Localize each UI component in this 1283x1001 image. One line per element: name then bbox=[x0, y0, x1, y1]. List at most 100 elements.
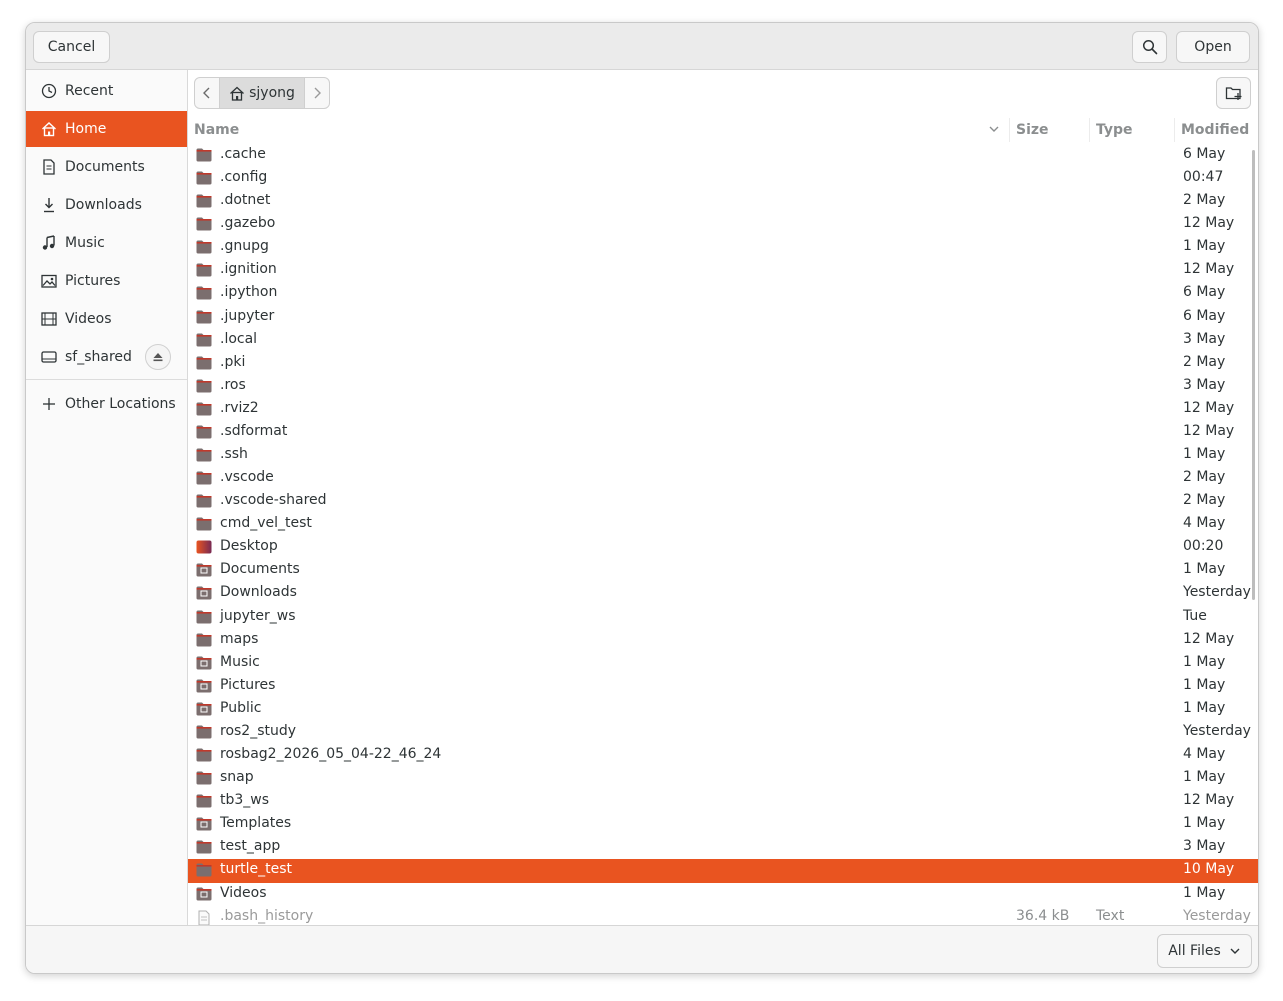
sidebar-item-label: sf_shared bbox=[65, 349, 132, 365]
file-row[interactable]: .ros 3 May bbox=[188, 375, 1258, 398]
path-crumb-home[interactable]: sjyong bbox=[219, 78, 305, 108]
folder-icon bbox=[196, 471, 212, 485]
file-name: .pki bbox=[220, 353, 246, 370]
file-modified: Yesterday bbox=[1183, 907, 1251, 924]
file-name: .local bbox=[220, 330, 258, 347]
file-row[interactable]: .vscode 2 May bbox=[188, 467, 1258, 490]
file-row[interactable]: .local 3 May bbox=[188, 329, 1258, 352]
path-crumb-label: sjyong bbox=[249, 85, 295, 101]
file-row[interactable]: .ignition 12 May bbox=[188, 259, 1258, 282]
file-row[interactable]: .ssh 1 May bbox=[188, 444, 1258, 467]
file-name: .ipython bbox=[220, 284, 278, 301]
file-row[interactable]: cmd_vel_test 4 May bbox=[188, 513, 1258, 536]
file-row[interactable]: tb3_ws 12 May bbox=[188, 790, 1258, 813]
column-type-label: Type bbox=[1096, 122, 1133, 138]
chevron-left-icon bbox=[203, 87, 210, 99]
file-name: Downloads bbox=[220, 584, 297, 601]
open-button[interactable]: Open bbox=[1176, 31, 1250, 63]
sidebar-item-downloads[interactable]: Downloads bbox=[26, 187, 187, 223]
file-row[interactable]: .config 00:47 bbox=[188, 167, 1258, 190]
file-modified: 6 May bbox=[1183, 307, 1226, 324]
file-filter-dropdown[interactable]: All Files bbox=[1157, 934, 1252, 968]
file-modified: 10 May bbox=[1183, 861, 1235, 878]
file-row[interactable]: Public 1 May bbox=[188, 698, 1258, 721]
file-name: tb3_ws bbox=[220, 792, 270, 809]
file-name: Templates bbox=[220, 815, 292, 832]
file-row[interactable]: Desktop 00:20 bbox=[188, 536, 1258, 559]
picture-icon bbox=[40, 272, 58, 290]
column-modified[interactable]: Modified bbox=[1175, 118, 1258, 142]
file-modified: 1 May bbox=[1183, 653, 1226, 670]
eject-button[interactable] bbox=[145, 344, 171, 370]
file-row[interactable]: .vscode-shared 2 May bbox=[188, 490, 1258, 513]
file-name: Pictures bbox=[220, 676, 276, 693]
downloads-folder-icon bbox=[196, 586, 212, 600]
folder-icon bbox=[196, 310, 212, 324]
folder-icon bbox=[196, 494, 212, 508]
sidebar-item-music[interactable]: Music bbox=[26, 225, 187, 261]
folder-icon bbox=[196, 448, 212, 462]
sidebar-separator bbox=[26, 379, 187, 380]
file-modified: 2 May bbox=[1183, 469, 1226, 486]
folder-icon bbox=[196, 425, 212, 439]
file-row[interactable]: Videos 1 May bbox=[188, 883, 1258, 906]
search-button[interactable] bbox=[1132, 31, 1167, 63]
file-row[interactable]: Downloads Yesterday bbox=[188, 582, 1258, 605]
folder-icon bbox=[196, 379, 212, 393]
sidebar-item-label: Pictures bbox=[65, 273, 121, 289]
file-row[interactable]: .sdformat 12 May bbox=[188, 421, 1258, 444]
file-name: .ssh bbox=[220, 446, 248, 463]
sidebar-item-recent[interactable]: Recent bbox=[26, 73, 187, 109]
sidebar-item-label: Music bbox=[65, 235, 105, 251]
path-back-button[interactable] bbox=[195, 78, 219, 108]
file-row[interactable]: jupyter_ws Tue bbox=[188, 606, 1258, 629]
scrollbar[interactable] bbox=[1252, 150, 1255, 600]
file-row[interactable]: .ipython 6 May bbox=[188, 282, 1258, 305]
file-row[interactable]: maps 12 May bbox=[188, 629, 1258, 652]
desktop-folder-icon bbox=[196, 540, 212, 554]
folder-icon bbox=[196, 240, 212, 254]
text-file-icon bbox=[196, 910, 212, 925]
cancel-button[interactable]: Cancel bbox=[33, 31, 110, 63]
sidebar-item-pictures[interactable]: Pictures bbox=[26, 263, 187, 299]
file-row[interactable]: .gazebo 12 May bbox=[188, 213, 1258, 236]
file-name: .jupyter bbox=[220, 307, 275, 324]
file-modified: 4 May bbox=[1183, 515, 1226, 532]
sidebar-item-documents[interactable]: Documents bbox=[26, 149, 187, 185]
file-row[interactable]: .rviz2 12 May bbox=[188, 398, 1258, 421]
column-size[interactable]: Size bbox=[1010, 118, 1090, 142]
sidebar-item-home[interactable]: Home bbox=[26, 111, 187, 147]
file-name: .cache bbox=[220, 146, 266, 162]
file-row[interactable]: test_app 3 May bbox=[188, 836, 1258, 859]
path-forward-button[interactable] bbox=[305, 78, 329, 108]
file-row[interactable]: rosbag2_2026_05_04-22_46_24 4 May bbox=[188, 744, 1258, 767]
new-folder-button[interactable] bbox=[1216, 77, 1251, 109]
file-modified: 2 May bbox=[1183, 192, 1226, 209]
file-name: ros2_study bbox=[220, 722, 297, 739]
sidebar-item-sf-shared[interactable]: sf_shared bbox=[26, 339, 187, 375]
folder-icon bbox=[196, 217, 212, 231]
file-row[interactable]: .bash_history 36.4 kB Text Yesterday bbox=[188, 906, 1258, 925]
file-name: cmd_vel_test bbox=[220, 515, 312, 532]
videos-folder-icon bbox=[196, 887, 212, 901]
file-row[interactable]: .dotnet 2 May bbox=[188, 190, 1258, 213]
file-row[interactable]: Music 1 May bbox=[188, 652, 1258, 675]
sidebar-item-other-locations[interactable]: Other Locations bbox=[26, 386, 187, 422]
column-name[interactable]: Name bbox=[188, 118, 1010, 142]
header-bar: Cancel Open bbox=[26, 23, 1258, 70]
file-name: Public bbox=[220, 699, 262, 716]
file-row[interactable]: .gnupg 1 May bbox=[188, 236, 1258, 259]
file-row[interactable]: .jupyter 6 May bbox=[188, 306, 1258, 329]
file-row[interactable]: .cache 6 May bbox=[188, 144, 1258, 167]
chevron-right-icon bbox=[314, 87, 321, 99]
file-row[interactable]: Documents 1 May bbox=[188, 559, 1258, 582]
sidebar-item-videos[interactable]: Videos bbox=[26, 301, 187, 337]
file-row[interactable]: .pki 2 May bbox=[188, 352, 1258, 375]
column-type[interactable]: Type bbox=[1090, 118, 1175, 142]
file-row[interactable]: Pictures 1 May bbox=[188, 675, 1258, 698]
file-row[interactable]: turtle_test 10 May bbox=[188, 859, 1258, 883]
file-row[interactable]: snap 1 May bbox=[188, 767, 1258, 790]
file-row[interactable]: ros2_study Yesterday bbox=[188, 721, 1258, 744]
file-row[interactable]: Templates 1 May bbox=[188, 813, 1258, 836]
folder-icon bbox=[196, 840, 212, 854]
